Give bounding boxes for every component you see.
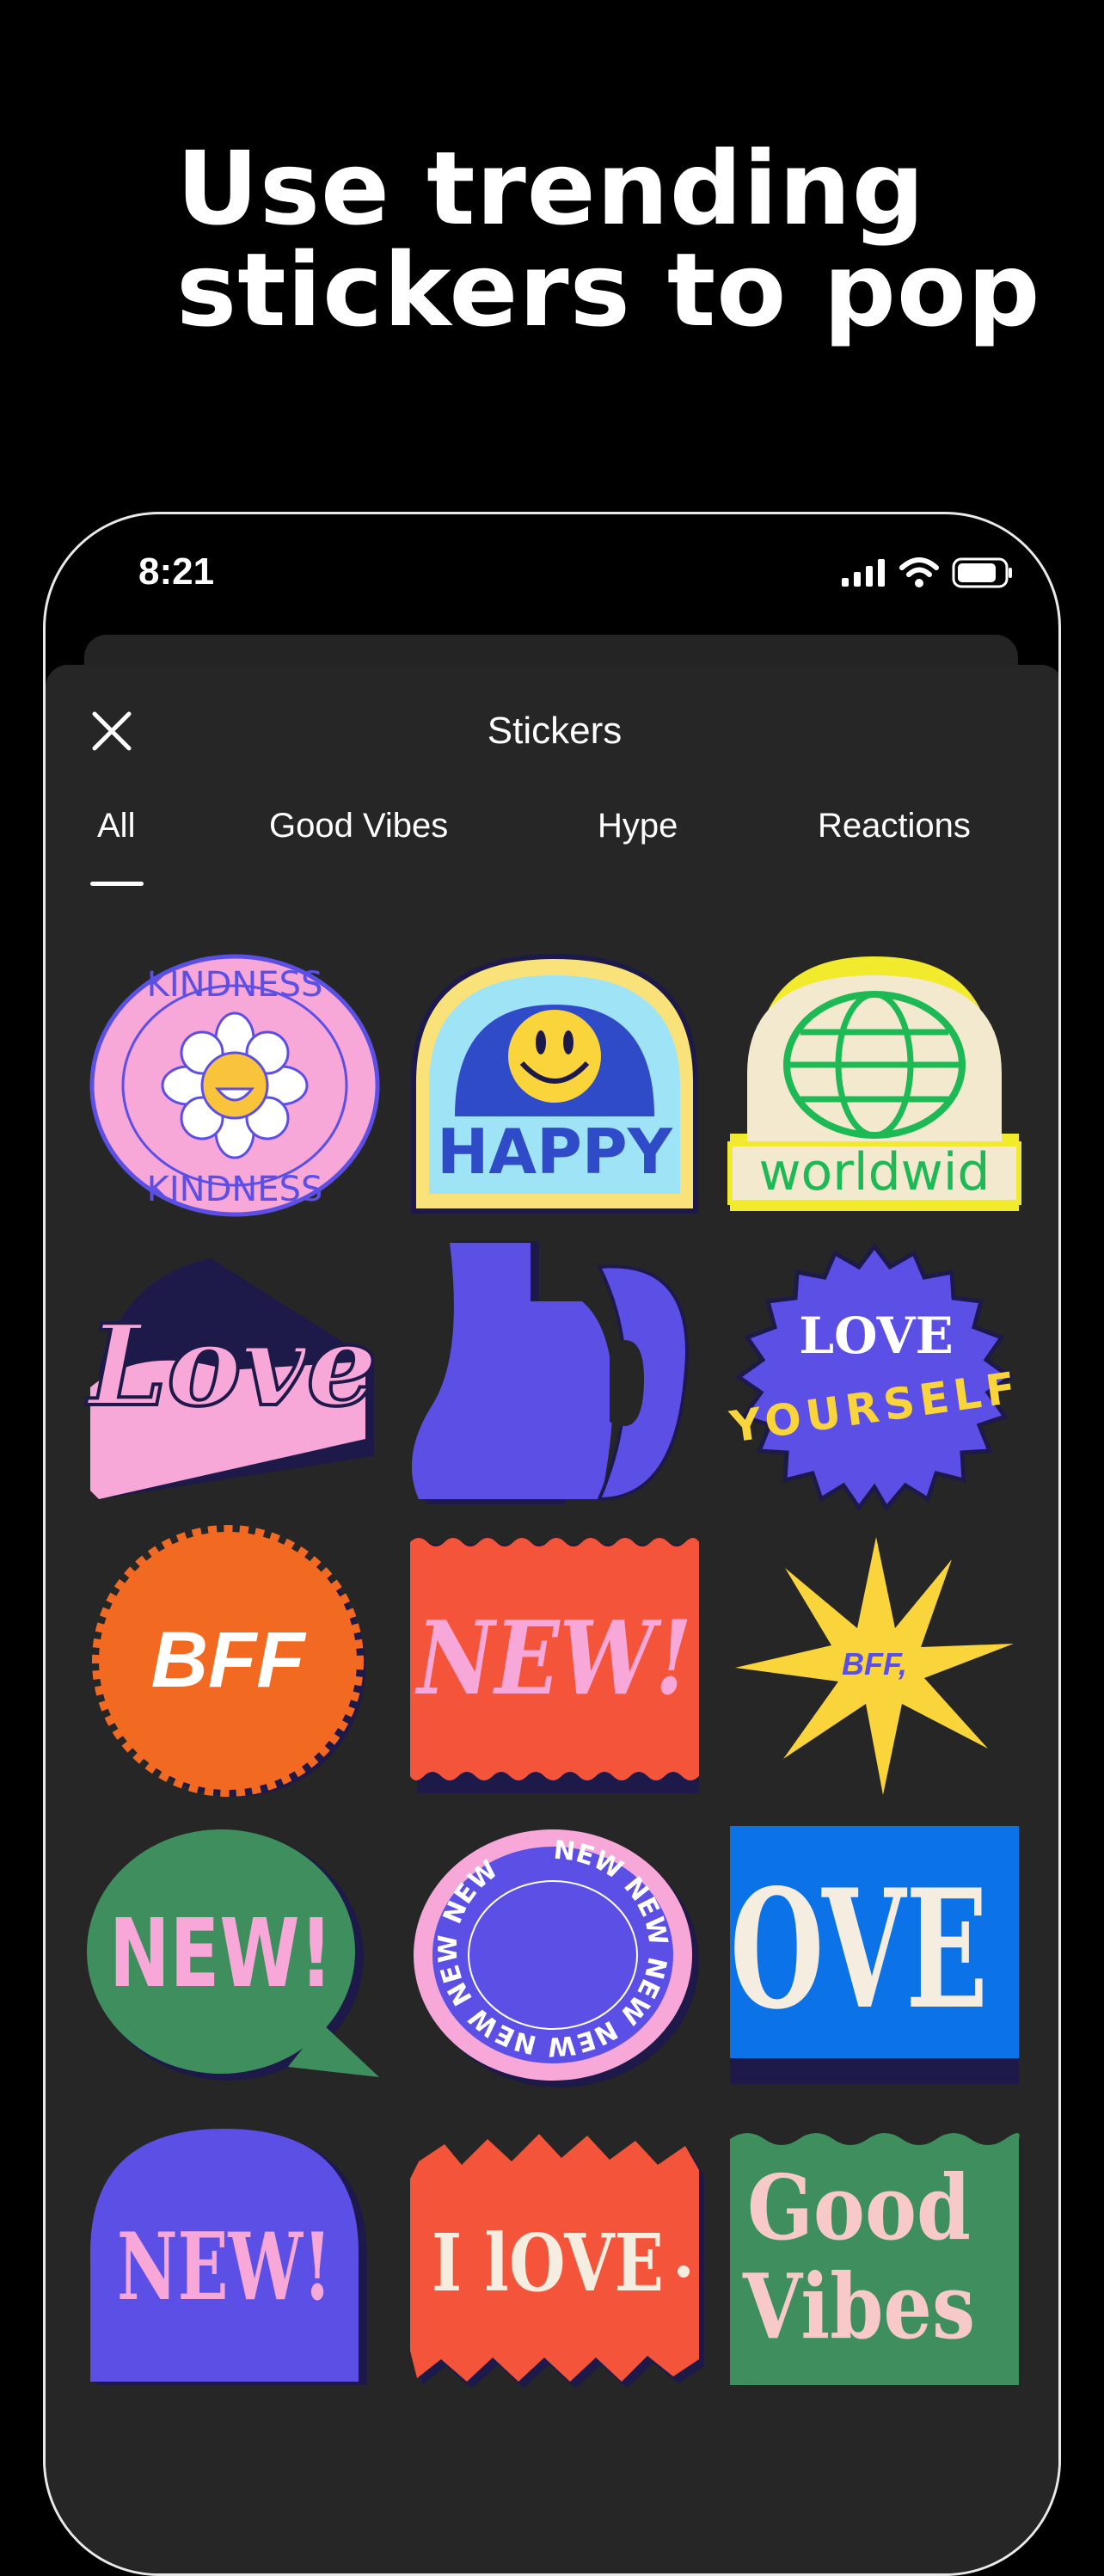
sticker-happy[interactable]: HAPPY	[410, 953, 699, 1215]
status-time: 8:21	[138, 550, 215, 593]
sticker-love-yourself[interactable]: LOVE YOURSELF	[727, 1241, 1024, 1512]
sticker-bff-star-text: BFF,	[842, 1646, 907, 1681]
sticker-bff-star[interactable]: BFF,	[730, 1534, 1019, 1796]
sticker-worldwide[interactable]: worldwid	[727, 953, 1021, 1215]
sticker-i-love[interactable]: I lOVE	[410, 2127, 704, 2388]
headline-line-2: stickers to pop	[176, 231, 1041, 349]
sticker-new-red-text: NEW!	[414, 1598, 692, 1718]
sticker-kindness-text: KINDNESS	[147, 965, 323, 1005]
wifi-icon	[899, 557, 939, 587]
sticker-love-script[interactable]: Love	[83, 1241, 379, 1508]
svg-text:KINDNESS: KINDNESS	[147, 1170, 323, 1209]
sticker-good-text: Good	[747, 2155, 971, 2260]
sticker-bff[interactable]: BFF	[90, 1525, 379, 1797]
status-icons	[842, 557, 1014, 588]
sticker-i-love-text: I lOVE	[432, 2216, 664, 2309]
sticker-love-yourself-line1: LOVE	[799, 1306, 954, 1365]
sticker-love-block-text: OVE	[730, 1854, 988, 2045]
headline-line-1: Use trending	[176, 129, 926, 248]
sticker-love-block[interactable]: OVE	[730, 1826, 1019, 2088]
sticker-kindness[interactable]: KINDNESS KINDNESS	[89, 953, 380, 1217]
headline: Use trending stickers to pop	[176, 138, 1040, 341]
sticker-good-vibes[interactable]: Good Vibes	[730, 2127, 1020, 2385]
sticker-new-arch-text: NEW!	[117, 2213, 332, 2321]
phone-frame: 8:21 Stickers All Good Vibes Hype Reacti…	[43, 512, 1061, 2576]
sticker-new-circle[interactable]: NEW NEW NEW NEW NEW NEW NEW	[410, 1826, 699, 2088]
sticker-new-arch[interactable]: NEW!	[90, 2127, 379, 2385]
sticker-love-script-text: Love	[85, 1300, 377, 1431]
sticker-vibes-text: Vibes	[742, 2253, 975, 2359]
sticker-new-speech-text: NEW!	[109, 1898, 333, 2008]
sticker-bff-text: BFF	[151, 1616, 308, 1704]
sticker-grid: KINDNESS KINDNESS HAPPY worldwid Love LO…	[46, 665, 1058, 2573]
sticker-worldwide-text: worldwid	[758, 1142, 990, 1202]
sticker-happy-text: HAPPY	[437, 1116, 673, 1188]
cellular-signal-icon	[842, 559, 885, 587]
sticker-new-red[interactable]: NEW!	[410, 1534, 699, 1796]
battery-icon	[952, 557, 1012, 588]
sticker-abstract-blue[interactable]	[410, 1241, 699, 1508]
sticker-new-speech[interactable]: NEW!	[87, 1826, 379, 2088]
stickers-sheet: Stickers All Good Vibes Hype Reactions K…	[46, 665, 1058, 2573]
